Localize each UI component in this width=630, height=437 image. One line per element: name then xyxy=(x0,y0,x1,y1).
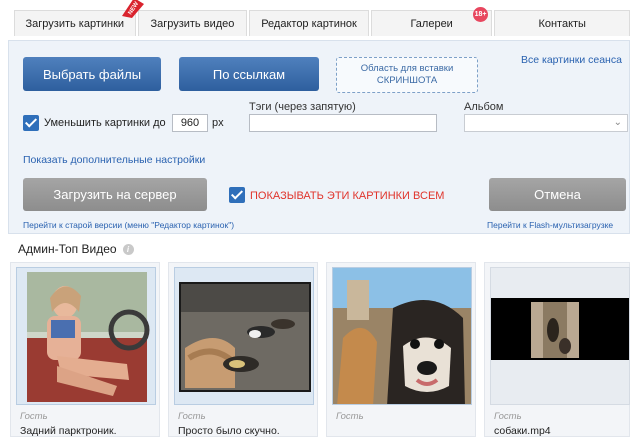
dog-closeup-image xyxy=(333,268,471,404)
tab-upload-video[interactable]: Загрузить видео xyxy=(137,10,248,36)
video-thumbnail[interactable] xyxy=(490,267,630,405)
show-more-settings-link[interactable]: Показать дополнительные настройки xyxy=(23,154,205,166)
tab-contacts[interactable]: Контакты xyxy=(494,10,630,36)
age-restriction-badge: 18+ xyxy=(473,7,488,22)
tab-label: Редактор картинок xyxy=(261,17,357,30)
section-title: Админ-Топ Видео i xyxy=(18,242,134,256)
video-thumbnail[interactable] xyxy=(332,267,472,405)
show-to-all-checkbox[interactable] xyxy=(229,187,245,203)
video-owner: Гость xyxy=(178,411,206,422)
video-thumbnail[interactable] xyxy=(16,267,156,405)
video-card[interactable]: Гость Просто было скучно. xyxy=(168,262,318,437)
tab-upload-images[interactable]: Загрузить картинки xyxy=(14,10,136,36)
album-select[interactable]: ⌄ xyxy=(464,114,628,132)
new-badge-icon: NEW xyxy=(122,0,144,18)
px-unit-label: px xyxy=(212,117,224,129)
tab-label: Контакты xyxy=(538,17,586,30)
image-size-input[interactable]: 960 xyxy=(172,114,208,132)
upload-panel: Выбрать файлы По ссылкам Область для вст… xyxy=(8,40,630,234)
tags-label: Тэги (через запятую) xyxy=(249,101,356,113)
cancel-button[interactable]: Отмена xyxy=(489,178,626,211)
top-nav: Загрузить картинки Загрузить видео Редак… xyxy=(14,10,630,36)
choose-files-button[interactable]: Выбрать файлы xyxy=(23,57,161,91)
video-card[interactable]: Гость Задний парктроник. xyxy=(10,262,160,437)
show-to-all-label: ПОКАЗЫВАТЬ ЭТИ КАРТИНКИ ВСЕМ xyxy=(250,190,445,202)
upload-to-server-button[interactable]: Загрузить на сервер xyxy=(23,178,207,211)
all-session-pictures-link[interactable]: Все картинки сеанса xyxy=(521,54,622,66)
video-thumbnail[interactable] xyxy=(174,267,314,405)
section-title-text: Админ-Топ Видео xyxy=(18,242,117,256)
video-title[interactable]: Задний парктроник. xyxy=(20,425,117,437)
tags-input[interactable] xyxy=(249,114,437,132)
chevron-down-icon: ⌄ xyxy=(613,117,622,128)
tab-label: Загрузить картинки xyxy=(25,17,125,30)
reduce-images-checkbox[interactable] xyxy=(23,115,39,131)
video-title[interactable]: Просто было скучно. xyxy=(178,425,280,437)
album-label: Альбом xyxy=(464,101,504,113)
tab-image-editor[interactable]: Редактор картинок xyxy=(249,10,369,36)
flash-uploader-link[interactable]: Перейти к Flash-мультизагрузке xyxy=(487,220,613,230)
video-card[interactable]: Гость собаки.mp4 xyxy=(484,262,630,437)
paste-area-label: Область для вставки СКРИНШОТА xyxy=(360,63,454,86)
dogs-in-doorway-image xyxy=(491,298,629,360)
by-link-button[interactable]: По ссылкам xyxy=(179,57,319,91)
reduce-images-label: Уменьшить картинки до xyxy=(44,117,166,129)
info-icon[interactable]: i xyxy=(122,243,134,255)
tab-label: Галереи xyxy=(410,17,453,30)
screenshot-paste-area[interactable]: Область для вставки СКРИНШОТА xyxy=(336,57,478,93)
video-title[interactable]: собаки.mp4 xyxy=(494,425,551,437)
dogs-on-floor-image xyxy=(179,282,311,392)
video-owner: Гость xyxy=(494,411,522,422)
video-card[interactable]: Гость xyxy=(326,262,476,437)
video-owner: Гость xyxy=(20,411,48,422)
tab-label: Загрузить видео xyxy=(150,17,235,30)
video-grid: Гость Задний парктроник. Гость Просто бы… xyxy=(10,262,630,437)
old-version-link[interactable]: Перейти к старой версии (меню "Редактор … xyxy=(23,220,234,230)
woman-in-car-image xyxy=(27,272,150,402)
video-owner: Гость xyxy=(336,411,364,422)
